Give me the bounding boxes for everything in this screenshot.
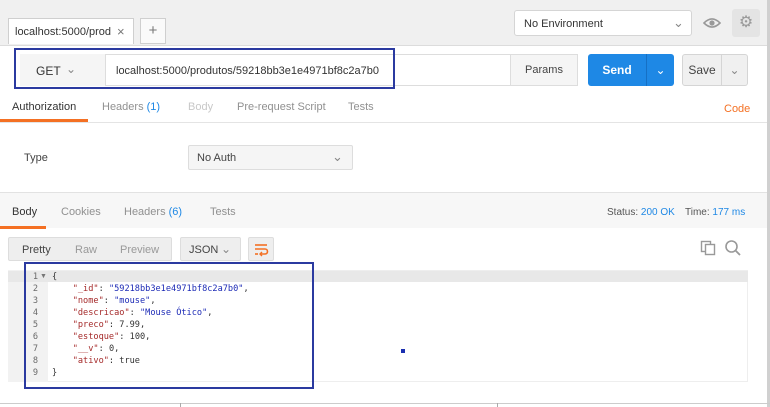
chevron-down-icon: ⌄ — [332, 149, 343, 164]
line-number: 7 — [32, 344, 38, 354]
line-number: 3 — [32, 296, 38, 306]
auth-type-select[interactable]: No Auth ⌄ — [188, 145, 353, 170]
json-key: "__v" — [72, 344, 99, 354]
send-button[interactable]: Send — [588, 54, 646, 86]
search-icon[interactable] — [724, 239, 742, 260]
method-label: GET — [36, 64, 61, 78]
auth-type-label: Type — [24, 152, 48, 164]
tab-body[interactable]: Body — [188, 101, 213, 113]
new-tab-button[interactable]: + — [140, 18, 166, 44]
json-value: 7.99 — [119, 320, 140, 330]
chevron-down-icon: ⌄ — [673, 15, 684, 30]
json-key: "estoque" — [72, 332, 120, 342]
pane-divider-tick — [497, 403, 498, 407]
code-line: "nome": "mouse", — [72, 296, 156, 306]
status-label: Status: — [607, 207, 639, 218]
fold-toggle-icon[interactable]: ▼ — [40, 273, 47, 280]
url-input[interactable]: localhost:5000/produtos/59218bb3e1e4971b… — [106, 54, 510, 86]
time-value: 177 ms — [712, 207, 746, 218]
tab-tests[interactable]: Tests — [348, 101, 374, 113]
line-number: 9 — [32, 368, 38, 378]
environment-select[interactable]: No Environment ⌄ — [514, 10, 692, 36]
response-tab-body[interactable]: Body — [12, 206, 37, 218]
active-line-highlight — [8, 271, 748, 282]
format-preview-button[interactable]: Preview — [120, 244, 159, 256]
line-number: 4 — [32, 308, 38, 318]
bottom-border — [0, 403, 770, 404]
code-brace: { — [52, 272, 58, 282]
line-number: 6 — [32, 332, 38, 342]
eye-icon-svg — [702, 18, 722, 28]
chevron-down-icon: ⌄ — [66, 62, 77, 76]
language-select[interactable]: JSON ⌄ — [180, 237, 241, 261]
tab-authorization[interactable]: Authorization — [12, 101, 76, 113]
tab-headers[interactable]: Headers (1) — [102, 101, 160, 113]
copy-icon-svg — [700, 240, 716, 256]
json-value: 100 — [129, 332, 146, 342]
close-icon[interactable]: × — [117, 24, 125, 39]
save-button[interactable]: Save — [682, 54, 722, 86]
line-number: 5 — [32, 320, 38, 330]
auth-type-value: No Auth — [197, 152, 237, 164]
method-select[interactable]: GET ⌄ — [20, 54, 106, 86]
tab-headers-label: Headers — [102, 101, 144, 113]
json-value: "mouse" — [114, 296, 151, 306]
status-value: 200 OK — [640, 207, 675, 218]
response-time: Time: 177 ms — [685, 207, 745, 218]
request-tab[interactable]: localhost:5000/produt × — [8, 18, 134, 44]
save-dropdown-button[interactable]: ⌄ — [722, 54, 748, 86]
code-brace: } — [52, 368, 58, 378]
format-pretty-button[interactable]: Pretty — [22, 244, 51, 256]
json-value: 0 — [108, 344, 115, 354]
time-label: Time: — [685, 207, 710, 218]
json-key: "_id" — [72, 284, 99, 294]
tab-prerequest-script[interactable]: Pre-request Script — [237, 101, 326, 113]
json-key: "nome" — [72, 296, 104, 306]
response-headers-count-badge: (6) — [168, 206, 183, 218]
line-number: 2 — [32, 284, 38, 294]
line-number: 8 — [32, 356, 38, 366]
copy-icon[interactable] — [700, 240, 716, 259]
search-icon-svg — [725, 240, 741, 256]
response-tab-headers[interactable]: Headers (6) — [124, 206, 182, 218]
json-key: "ativo" — [72, 356, 109, 366]
response-tab-headers-label: Headers — [124, 206, 166, 218]
divider — [0, 122, 770, 123]
code-line: "ativo": true — [72, 356, 140, 366]
json-value: true — [119, 356, 140, 366]
eye-icon[interactable] — [698, 10, 726, 36]
language-label: JSON — [189, 244, 219, 256]
code-line: "_id": "59218bb3e1e4971bf8c2a7b0", — [72, 284, 249, 294]
code-line: } — [52, 368, 57, 378]
params-button[interactable]: Params — [510, 54, 578, 86]
line-number: 1 — [32, 272, 38, 282]
response-tab-cookies[interactable]: Cookies — [61, 206, 101, 218]
response-status: Status: 200 OK — [607, 207, 675, 218]
code-line: "estoque": 100, — [72, 332, 151, 342]
code-line: "descricao": "Mouse Ótico", — [72, 308, 213, 318]
cursor-marker — [401, 349, 405, 353]
environment-label: No Environment — [524, 18, 603, 30]
json-key: "descricao" — [72, 308, 130, 318]
request-tab-label: localhost:5000/produt — [15, 26, 111, 38]
code-link[interactable]: Code — [724, 103, 750, 115]
code-line: { — [52, 272, 57, 282]
json-key: "preco" — [72, 320, 109, 330]
wrap-lines-icon-svg — [255, 244, 269, 257]
code-line: "__v": 0, — [72, 344, 120, 354]
format-raw-button[interactable]: Raw — [75, 244, 97, 256]
chevron-down-icon: ⌄ — [221, 242, 232, 256]
json-value: "59218bb3e1e4971bf8c2a7b0" — [108, 284, 244, 294]
json-value: "Mouse Ótico" — [139, 308, 208, 318]
url-text: localhost:5000/produtos/59218bb3e1e4971b… — [116, 65, 380, 77]
headers-count-badge: (1) — [146, 101, 161, 113]
gear-icon[interactable]: ⚙ — [732, 9, 760, 37]
format-toggle: Pretty Raw Preview — [8, 237, 172, 261]
send-dropdown-button[interactable]: ⌄ — [646, 54, 674, 86]
wrap-lines-icon[interactable] — [248, 237, 274, 261]
pane-divider-tick — [180, 403, 181, 407]
active-tab-underline — [0, 226, 46, 229]
code-line: "preco": 7.99, — [72, 320, 146, 330]
response-tab-tests[interactable]: Tests — [210, 206, 236, 218]
